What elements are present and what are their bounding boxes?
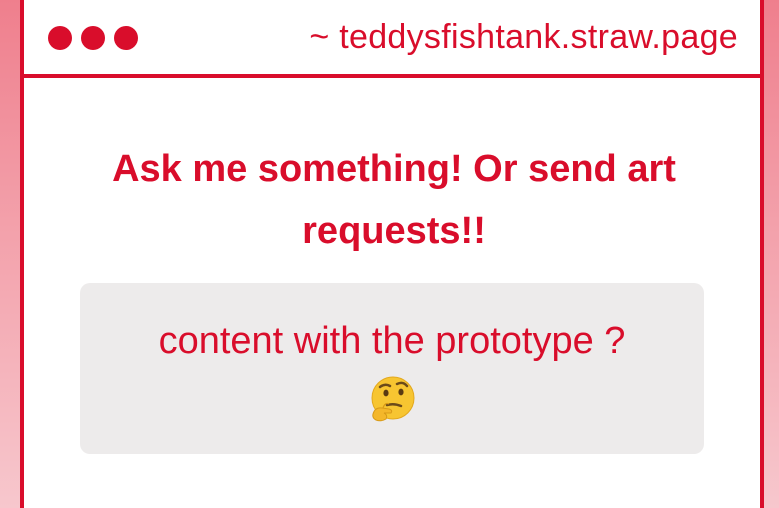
browser-window: ~ teddysfishtank.straw.page Ask me somet… [20,0,764,508]
window-control-dot-3[interactable] [114,26,138,50]
thinking-face-icon [367,374,417,424]
answer-box: content with the prototype ? [80,283,704,454]
window-control-dot-2[interactable] [81,26,105,50]
page-title: Ask me something! Or send art requests!! [112,148,676,252]
answer-text: content with the prototype ? [158,320,626,362]
window-control-dot-1[interactable] [48,26,72,50]
page-url: ~ teddysfishtank.straw.page [309,18,738,56]
window-controls [48,26,138,50]
window-titlebar: ~ teddysfishtank.straw.page [24,0,760,78]
